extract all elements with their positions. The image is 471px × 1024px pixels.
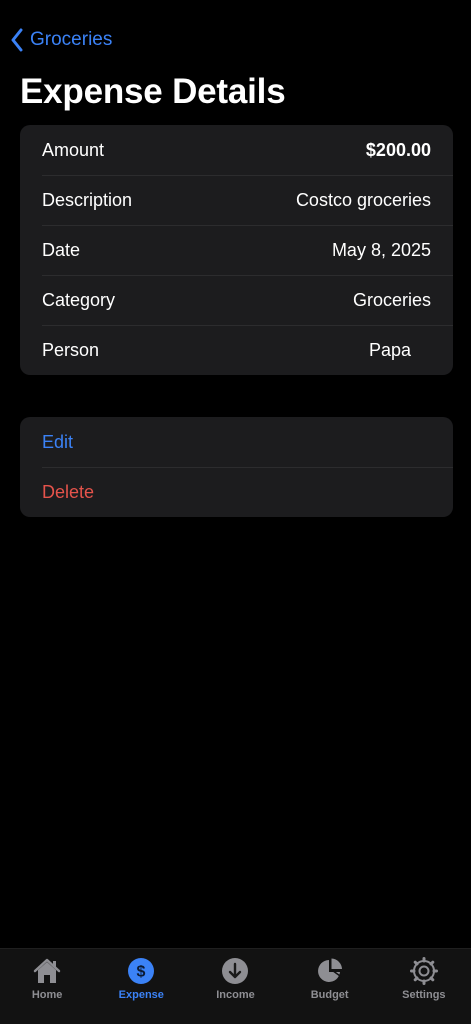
actions-card: Edit Delete [20, 417, 453, 517]
back-button[interactable]: Groceries [10, 28, 112, 52]
svg-text:$: $ [137, 964, 146, 981]
amount-label: Amount [42, 139, 105, 160]
tab-bar: Home $ Expense Income Budget Settings [0, 948, 471, 1024]
pie-chart-icon [315, 956, 345, 986]
delete-button[interactable]: Delete [20, 467, 453, 517]
category-label: Category [42, 289, 116, 310]
edit-button[interactable]: Edit [20, 417, 453, 467]
edit-button-label: Edit [42, 431, 74, 452]
date-value: May 8, 2025 [331, 239, 431, 260]
back-button-label: Groceries [30, 29, 113, 50]
tab-settings[interactable]: Settings [377, 956, 471, 1001]
tab-expense[interactable]: $ Expense [94, 956, 188, 1001]
tab-income-label: Income [216, 989, 255, 1001]
person-value: Papa [368, 339, 411, 360]
person-label: Person [42, 339, 100, 360]
tab-home-label: Home [31, 989, 63, 1001]
amount-value: $200.00 [365, 139, 431, 160]
tab-settings-label: Settings [402, 989, 446, 1001]
description-value: Costco groceries [295, 189, 431, 210]
description-label: Description [42, 189, 133, 210]
house-icon [32, 956, 62, 986]
tab-budget-label: Budget [310, 989, 349, 1001]
tab-expense-label: Expense [118, 989, 164, 1001]
date-label: Date [42, 239, 81, 260]
detail-row-description: Description Costco groceries [20, 175, 453, 225]
expense-details-screen: Groceries Expense Details Amount $200.00… [0, 0, 471, 1024]
gear-icon [409, 956, 439, 986]
tab-income[interactable]: Income [188, 956, 282, 1001]
delete-button-label: Delete [42, 481, 95, 502]
category-value: Groceries [352, 289, 431, 310]
expense-details-card: Amount $200.00 Description Costco grocer… [20, 125, 453, 375]
tab-home[interactable]: Home [0, 956, 94, 1001]
page-title: Expense Details [20, 72, 286, 111]
detail-row-person: Person Papa [20, 325, 453, 375]
detail-row-date: Date May 8, 2025 [20, 225, 453, 275]
tab-budget[interactable]: Budget [283, 956, 377, 1001]
arrow-down-circle-icon [220, 956, 250, 986]
dollar-circle-icon: $ [126, 956, 156, 986]
detail-row-category: Category Groceries [20, 275, 453, 325]
detail-row-amount: Amount $200.00 [20, 125, 453, 175]
chevron-left-icon [10, 28, 24, 52]
